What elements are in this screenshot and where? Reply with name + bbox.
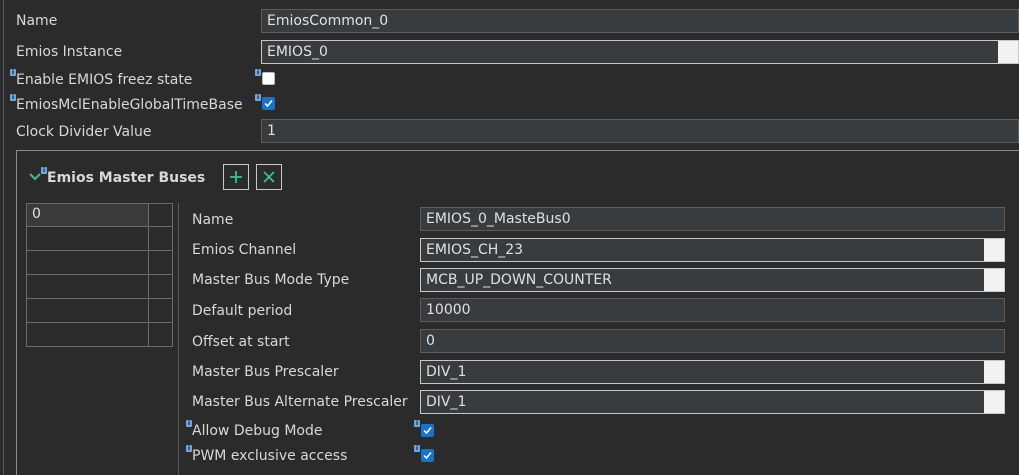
alt-prescaler-value: DIV_1 — [426, 394, 467, 410]
bus-name-label: Name — [192, 212, 234, 228]
emios-channel-select[interactable]: EMIOS_CH_23 — [420, 238, 1005, 262]
info-icon: i — [414, 420, 420, 427]
offset-start-field[interactable]: 0 — [420, 329, 1005, 353]
list-item-side — [148, 226, 173, 251]
alt-prescaler-select[interactable]: DIV_1 — [420, 390, 1005, 414]
dropdown-button[interactable] — [984, 361, 1004, 383]
remove-button[interactable] — [256, 164, 282, 190]
clock-divider-field[interactable]: 1 — [261, 119, 1019, 143]
emios-instance-value: EMIOS_0 — [267, 44, 328, 60]
emios-instance-label: Emios Instance — [16, 44, 123, 60]
name-label: Name — [16, 13, 58, 29]
detail-divider — [178, 203, 179, 475]
global-timebase-checkbox[interactable] — [262, 97, 275, 110]
mode-type-label: Master Bus Mode Type — [192, 272, 350, 288]
default-period-label: Default period — [192, 303, 293, 319]
freeze-state-label: Enable EMIOS freez state — [16, 72, 193, 88]
list-item[interactable] — [26, 274, 149, 299]
list-item[interactable] — [26, 298, 149, 323]
dropdown-button[interactable] — [984, 391, 1004, 413]
prescaler-value: DIV_1 — [426, 364, 467, 380]
offset-start-label: Offset at start — [192, 334, 290, 350]
debug-mode-checkbox[interactable] — [421, 424, 434, 437]
list-item-side — [148, 322, 173, 347]
close-icon — [263, 171, 275, 183]
pwm-exclusive-checkbox[interactable] — [421, 449, 434, 462]
debug-mode-label: Allow Debug Mode — [192, 423, 323, 439]
dropdown-button[interactable] — [984, 269, 1004, 291]
list-item-side — [148, 203, 173, 227]
emios-channel-value: EMIOS_CH_23 — [426, 242, 524, 258]
list-item[interactable] — [26, 250, 149, 275]
left-border — [3, 0, 4, 475]
global-timebase-label: EmiosMclEnableGlobalTimeBase — [16, 97, 243, 113]
list-item-side — [148, 298, 173, 323]
mode-type-select[interactable]: MCB_UP_DOWN_COUNTER — [420, 268, 1005, 292]
emios-channel-label: Emios Channel — [192, 242, 297, 258]
list-item-side — [148, 250, 173, 275]
checkmark-icon — [264, 100, 273, 108]
info-icon: i — [255, 94, 261, 101]
master-buses-title: Emios Master Buses — [47, 170, 206, 186]
freeze-state-checkbox[interactable] — [262, 72, 275, 85]
prescaler-label: Master Bus Prescaler — [192, 364, 339, 380]
list-item[interactable] — [26, 322, 149, 347]
prescaler-select[interactable]: DIV_1 — [420, 360, 1005, 384]
add-button[interactable] — [223, 164, 249, 190]
master-bus-list: 0 — [26, 203, 173, 347]
info-icon: i — [255, 69, 261, 76]
checkmark-icon — [423, 452, 432, 460]
plus-icon — [230, 171, 242, 183]
checkmark-icon — [423, 427, 432, 435]
name-field[interactable]: EmiosCommon_0 — [261, 9, 1019, 33]
pwm-exclusive-label: PWM exclusive access — [192, 448, 348, 464]
list-item-side — [148, 274, 173, 299]
alt-prescaler-label: Master Bus Alternate Prescaler — [192, 394, 408, 410]
list-item[interactable]: 0 — [26, 203, 149, 227]
dropdown-button[interactable] — [984, 239, 1004, 261]
clock-divider-label: Clock Divider Value — [16, 124, 152, 140]
chevron-down-icon[interactable] — [29, 172, 41, 182]
bus-name-field[interactable]: EMIOS_0_MasteBus0 — [420, 207, 1005, 231]
list-item[interactable] — [26, 226, 149, 251]
dropdown-button[interactable] — [998, 41, 1018, 63]
emios-instance-select[interactable]: EMIOS_0 — [261, 40, 1019, 64]
mode-type-value: MCB_UP_DOWN_COUNTER — [426, 272, 612, 288]
default-period-field[interactable]: 10000 — [420, 298, 1005, 322]
info-icon: i — [414, 445, 420, 452]
